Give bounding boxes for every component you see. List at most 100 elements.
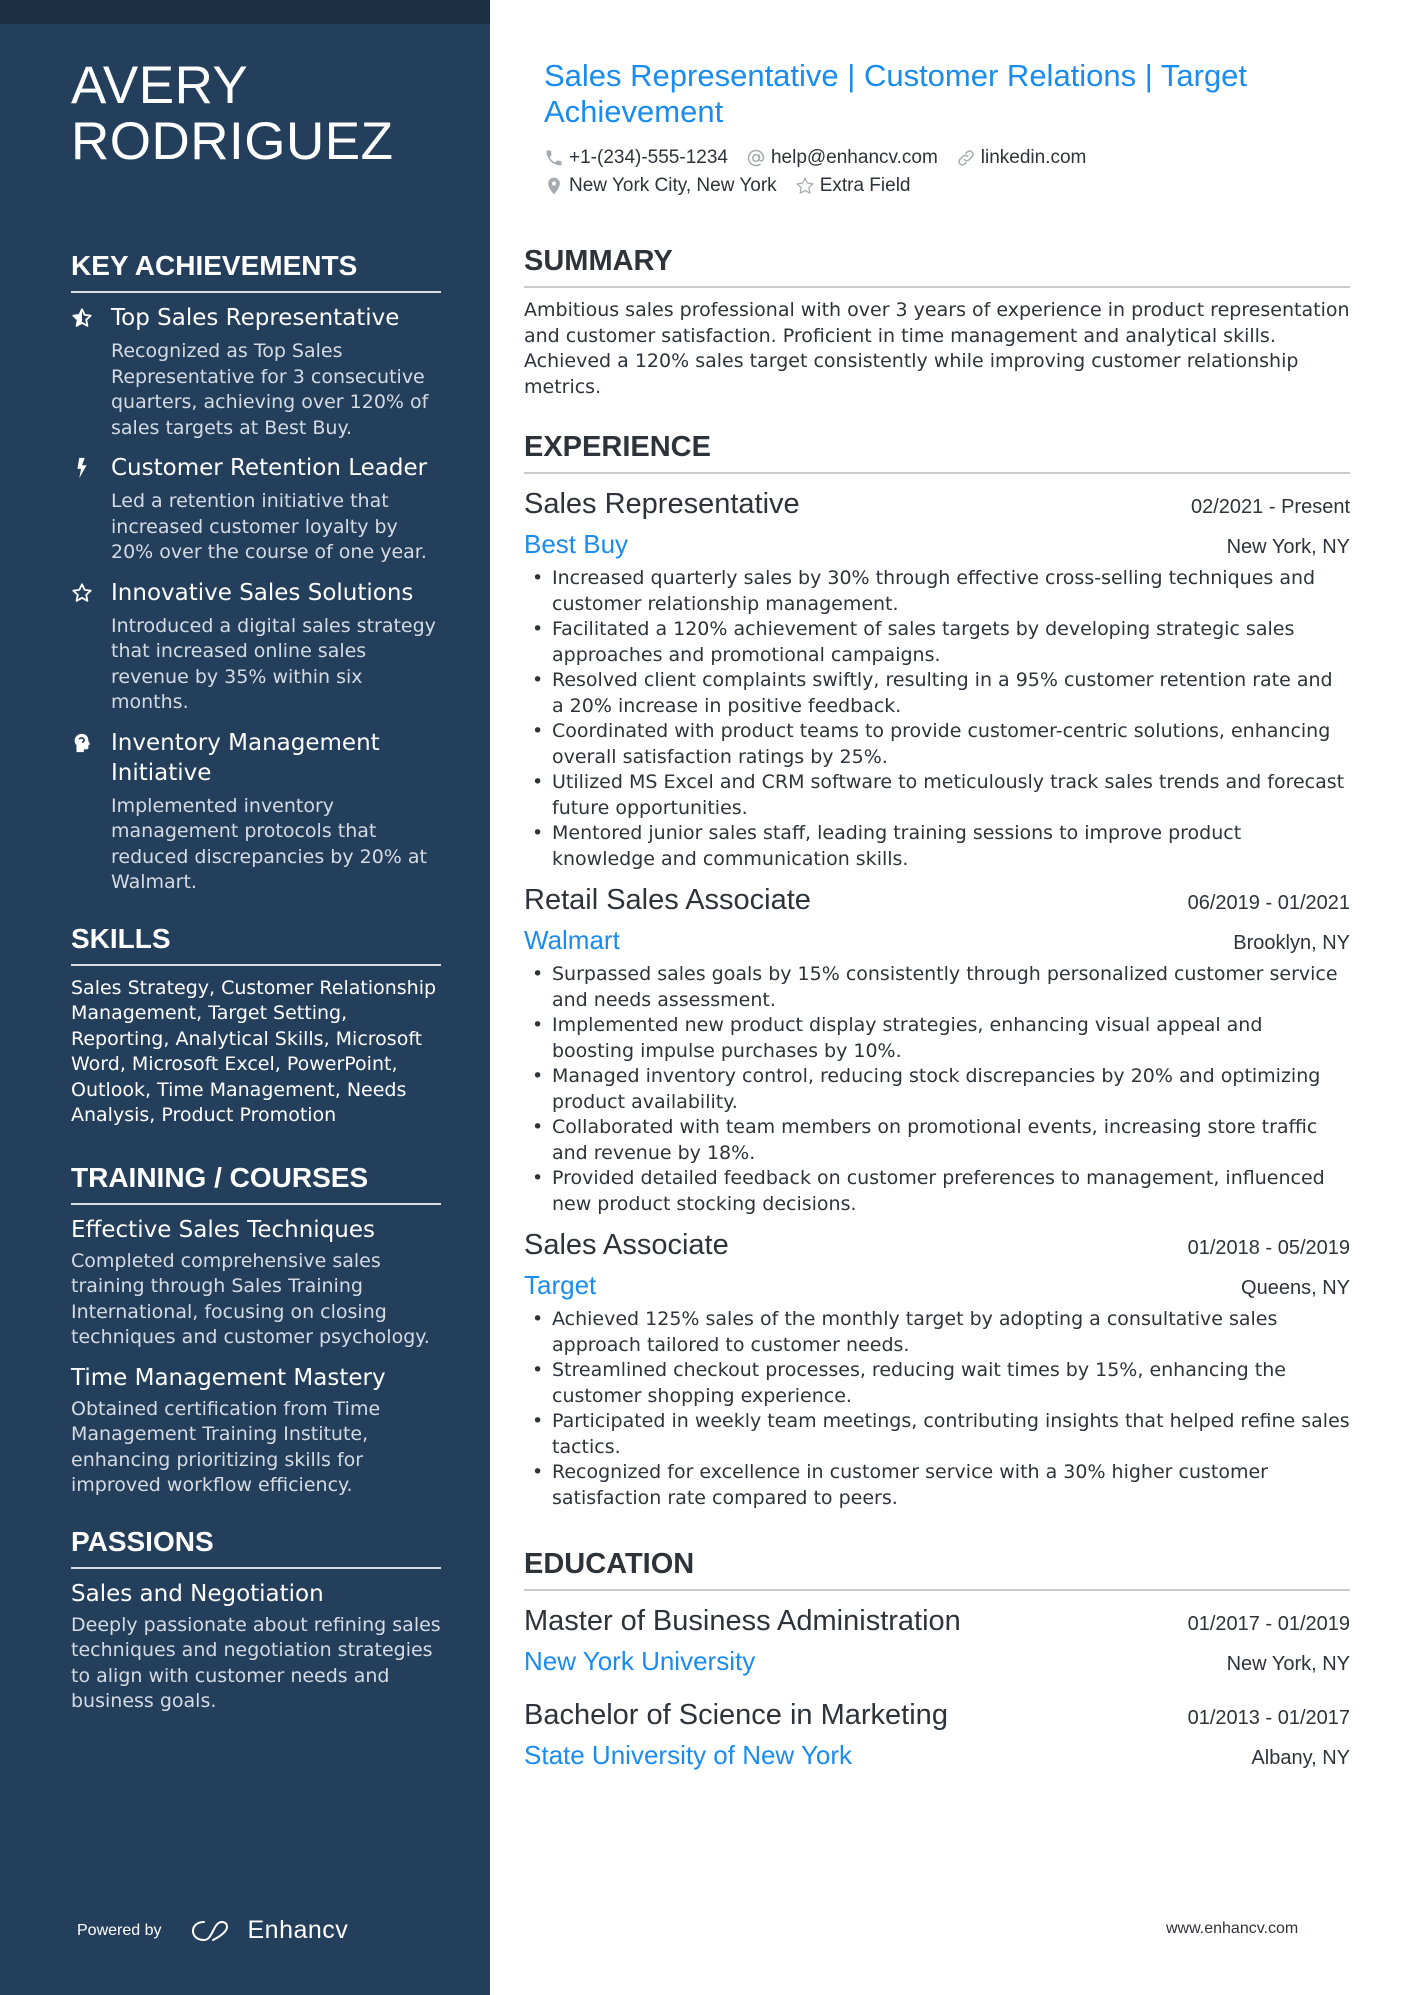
school-location: Albany, NY: [1251, 1747, 1350, 1769]
name-last: RODRIGUEZ: [71, 112, 394, 171]
achievement-description: Introduced a digital sales strategy that…: [111, 614, 436, 714]
powered-by-label: Powered by: [77, 1921, 162, 1939]
bullet-item: Utilized MS Excel and CRM software to me…: [524, 770, 1350, 821]
lightning-bolt-icon: [71, 453, 111, 566]
bullet-item: Recognized for excellence in customer se…: [524, 1460, 1350, 1511]
school-name: State University of New York: [524, 1740, 853, 1770]
candidate-name: AVERY RODRIGUEZ: [71, 58, 441, 170]
achievement-description: Implemented inventory management protoco…: [111, 794, 427, 894]
powered-by-footer: Powered by Enhancv: [77, 1916, 348, 1945]
summary-heading: SUMMARY: [524, 244, 1350, 288]
passion-title: Sales and Negotiation: [71, 1580, 324, 1607]
email-text: help@enhancv.com: [770, 147, 938, 168]
achievement-description: Led a retention initiative that increase…: [111, 490, 427, 563]
job-company: Target: [524, 1270, 597, 1300]
job-location: Brooklyn, NY: [1233, 932, 1350, 954]
job-title: Retail Sales Associate: [524, 884, 811, 916]
contact-email[interactable]: help@enhancv.com: [746, 147, 938, 169]
achievements-section: KEY ACHIEVEMENTS Top Sales Representativ…: [71, 249, 441, 896]
job-dates: 01/2018 - 05/2019: [1187, 1237, 1350, 1259]
achievement-title: Inventory Management Initiative: [111, 729, 380, 786]
enhancv-logo-icon: [190, 1918, 248, 1944]
training-heading: TRAINING / COURSES: [71, 1161, 441, 1205]
bullet-item: Coordinated with product teams to provid…: [524, 719, 1350, 770]
job-company: Walmart: [524, 925, 620, 955]
achievement-description: Recognized as Top Sales Representative f…: [111, 340, 429, 439]
name-first: AVERY: [71, 56, 249, 115]
course-description: Completed comprehensive sales training t…: [71, 1249, 430, 1349]
bullet-item: Managed inventory control, reducing stoc…: [524, 1064, 1350, 1115]
job-bullets: Increased quarterly sales by 30% through…: [524, 566, 1350, 872]
contact-location: New York City, New York: [544, 175, 777, 197]
site-url[interactable]: www.enhancv.com: [1166, 1920, 1298, 1938]
link-text: linkedin.com: [980, 147, 1087, 168]
enhancv-brand: Enhancv: [247, 1916, 349, 1944]
job-entry: Sales Representative 02/2021 - Present B…: [524, 484, 1350, 872]
skills-section: SKILLS Sales Strategy, Customer Relation…: [71, 922, 441, 1129]
bullet-item: Achieved 125% sales of the monthly targe…: [524, 1307, 1350, 1358]
contact-row: +1-(234)-555-1234 help@enhancv.com linke…: [544, 144, 1350, 172]
degree-title: Master of Business Administration: [524, 1605, 961, 1637]
course-title: Effective Sales Techniques: [71, 1216, 375, 1243]
job-bullets: Achieved 125% sales of the monthly targe…: [524, 1307, 1350, 1511]
achievement-title: Customer Retention Leader: [111, 455, 428, 481]
job-location: New York, NY: [1226, 536, 1350, 558]
bullet-item: Collaborated with team members on promot…: [524, 1115, 1350, 1166]
skills-heading: SKILLS: [71, 922, 441, 966]
contact-phone[interactable]: +1-(234)-555-1234: [544, 147, 728, 169]
achievement-title: Top Sales Representative: [111, 305, 400, 331]
phone-icon: [546, 150, 562, 166]
experience-heading: EXPERIENCE: [524, 430, 1350, 474]
job-entry: Retail Sales Associate 06/2019 - 01/2021…: [524, 880, 1350, 1217]
achievements-heading: KEY ACHIEVEMENTS: [71, 249, 441, 293]
passion-item: Sales and Negotiation Deeply passionate …: [71, 1579, 441, 1715]
summary-text: Ambitious sales professional with over 3…: [524, 299, 1350, 398]
at-icon: [747, 149, 765, 167]
course-item: Effective Sales Techniques Completed com…: [71, 1215, 441, 1351]
extra-field-text: Extra Field: [819, 175, 911, 196]
job-dates: 06/2019 - 01/2021: [1187, 892, 1350, 914]
education-entry: Master of Business Administration 01/201…: [524, 1601, 1350, 1681]
star-outline-icon: [796, 177, 814, 194]
skills-list: Sales Strategy, Customer Relationship Ma…: [71, 976, 437, 1127]
training-section: TRAINING / COURSES Effective Sales Techn…: [71, 1161, 441, 1499]
achievement-item: Inventory Management Initiative Implemen…: [71, 728, 441, 896]
course-item: Time Management Mastery Obtained certifi…: [71, 1363, 441, 1499]
bullet-item: Mentored junior sales staff, leading tra…: [524, 821, 1350, 872]
sidebar-content: AVERY RODRIGUEZ KEY ACHIEVEMENTS Top Sal…: [71, 58, 441, 1727]
sidebar: AVERY RODRIGUEZ KEY ACHIEVEMENTS Top Sal…: [0, 0, 490, 1995]
education-dates: 01/2017 - 01/2019: [1187, 1613, 1350, 1635]
job-title: Sales Representative: [524, 488, 800, 520]
passions-section: PASSIONS Sales and Negotiation Deeply pa…: [71, 1525, 441, 1715]
experience-section: EXPERIENCE Sales Representative 02/2021 …: [524, 430, 1350, 1511]
job-bullets: Surpassed sales goals by 15% consistentl…: [524, 962, 1350, 1217]
achievement-item: Top Sales Representative Recognized as T…: [71, 303, 441, 441]
school-location: New York, NY: [1226, 1653, 1350, 1675]
link-icon: [958, 150, 974, 166]
bullet-item: Surpassed sales goals by 15% consistentl…: [524, 962, 1350, 1013]
job-entry: Sales Associate 01/2018 - 05/2019 Target…: [524, 1225, 1350, 1511]
location-text: New York City, New York: [569, 175, 777, 196]
contact-link[interactable]: linkedin.com: [956, 147, 1087, 169]
achievement-title: Innovative Sales Solutions: [111, 579, 414, 606]
achievement-item: Innovative Sales Solutions Introduced a …: [71, 578, 441, 716]
education-section: EDUCATION Master of Business Administrat…: [524, 1547, 1350, 1775]
summary-section: SUMMARY Ambitious sales professional wit…: [524, 244, 1350, 400]
bullet-item: Provided detailed feedback on customer p…: [524, 1166, 1350, 1217]
education-entry: Bachelor of Science in Marketing 01/2013…: [524, 1695, 1350, 1775]
resume-headline: Sales Representative | Customer Relation…: [544, 58, 1248, 129]
sidebar-top-band: [0, 0, 490, 24]
location-pin-icon: [548, 177, 560, 195]
bullet-item: Streamlined checkout processes, reducing…: [524, 1358, 1350, 1409]
contact-extra: Extra Field: [795, 175, 911, 197]
job-company: Best Buy: [524, 529, 629, 559]
bullet-item: Facilitated a 120% achievement of sales …: [524, 617, 1350, 668]
bullet-item: Participated in weekly team meetings, co…: [524, 1409, 1350, 1460]
main-content: Sales Representative | Customer Relation…: [524, 58, 1350, 1775]
job-location: Queens, NY: [1241, 1277, 1350, 1299]
passion-description: Deeply passionate about refining sales t…: [71, 1613, 441, 1713]
course-title: Time Management Mastery: [71, 1364, 386, 1391]
star-outline-icon: [71, 578, 111, 716]
school-name: New York University: [524, 1646, 756, 1676]
passions-heading: PASSIONS: [71, 1525, 441, 1569]
